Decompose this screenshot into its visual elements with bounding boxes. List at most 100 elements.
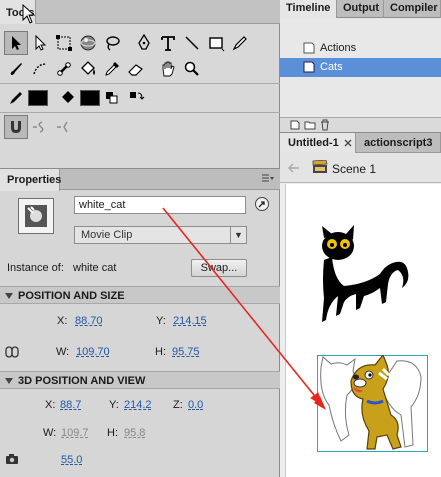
clapperboard-icon xyxy=(312,160,328,173)
film-gear-icon xyxy=(25,205,47,227)
z3d-value[interactable]: 0.0 xyxy=(188,399,203,411)
x-label: X: xyxy=(57,315,68,327)
text-t-icon xyxy=(161,36,175,51)
pen-tool[interactable] xyxy=(132,31,156,55)
3d-rotation-tool[interactable] xyxy=(76,31,100,55)
trash-icon[interactable] xyxy=(320,119,330,131)
hand-icon xyxy=(162,61,175,77)
swap-button[interactable]: Swap... xyxy=(191,259,247,277)
hand-tool[interactable] xyxy=(156,57,180,81)
symbol-type-select[interactable]: Movie Clip ▼ xyxy=(74,226,247,244)
smooth-curve-icon xyxy=(33,121,44,133)
subselection-tool[interactable] xyxy=(28,31,52,55)
w-value[interactable]: 109.70 xyxy=(76,346,110,358)
layer-row-actions[interactable]: Actions xyxy=(280,39,441,58)
layer-name: Cats xyxy=(320,61,343,73)
rectangle-tool[interactable] xyxy=(204,31,228,55)
selection-tool[interactable] xyxy=(4,31,28,55)
link-chain-icon[interactable] xyxy=(5,346,19,358)
swap-colors-button[interactable] xyxy=(124,86,148,110)
text-tool[interactable] xyxy=(156,31,180,55)
document-tab-strip: Untitled-1 actionscript3 xyxy=(280,132,441,154)
h3d-label: H: xyxy=(107,427,118,439)
paint-bucket-icon xyxy=(81,61,95,75)
bone-tool[interactable] xyxy=(52,57,76,81)
tools-row-1 xyxy=(4,31,252,55)
layer-page-icon xyxy=(303,42,315,54)
perspective-angle-value[interactable]: 55.0 xyxy=(61,454,82,466)
tools-options-row xyxy=(4,115,76,139)
free-transform-icon xyxy=(56,35,72,51)
eraser-tool[interactable] xyxy=(124,57,148,81)
new-folder-icon[interactable] xyxy=(304,120,316,130)
deco-tool[interactable] xyxy=(28,57,52,81)
straighten-option[interactable] xyxy=(52,115,76,139)
straighten-icon xyxy=(57,121,68,133)
tab-compiler-errors[interactable]: Compiler Errors xyxy=(384,0,441,18)
y3d-value[interactable]: 214.2 xyxy=(124,399,152,411)
eraser-icon xyxy=(128,64,143,76)
line-tool[interactable] xyxy=(180,31,204,55)
3d-position-header[interactable]: 3D POSITION AND VIEW xyxy=(0,371,280,389)
free-transform-tool[interactable] xyxy=(52,31,76,55)
pen-icon xyxy=(138,34,150,50)
x3d-label: X: xyxy=(45,399,56,411)
zoom-tool[interactable] xyxy=(180,57,204,81)
back-arrow-icon[interactable] xyxy=(288,163,300,173)
tab-actionscript3[interactable]: actionscript3 xyxy=(356,133,441,154)
subselect-arrow-icon xyxy=(35,34,47,51)
magnifier-icon xyxy=(184,61,199,76)
x-value[interactable]: 88.70 xyxy=(75,315,103,327)
instance-name-input[interactable]: white_cat xyxy=(74,196,246,214)
smooth-option[interactable] xyxy=(28,115,52,139)
disclosure-triangle-icon xyxy=(5,378,13,384)
edit-bar: Scene 1 xyxy=(280,153,441,183)
y3d-label: Y: xyxy=(109,399,119,411)
disclosure-triangle-icon xyxy=(5,293,13,299)
scene-label[interactable]: Scene 1 xyxy=(332,162,376,176)
fill-color-swatch[interactable] xyxy=(80,90,100,106)
timeline-tab-strip: Timeline Output Compiler Errors xyxy=(280,0,441,18)
close-icon[interactable] xyxy=(344,139,352,147)
tool-gap xyxy=(124,31,132,55)
stroke-color-control[interactable] xyxy=(4,86,28,110)
3d-position-title: 3D POSITION AND VIEW xyxy=(18,375,146,387)
h3d-value: 95.8 xyxy=(124,427,146,439)
new-layer-icon[interactable] xyxy=(290,120,300,130)
fill-color-control[interactable] xyxy=(56,86,80,110)
mouse-pointer-icon xyxy=(22,4,36,24)
tab-output[interactable]: Output xyxy=(337,0,384,18)
lasso-tool[interactable] xyxy=(100,31,124,55)
stage-canvas[interactable] xyxy=(285,184,441,477)
tab-timeline[interactable]: Timeline xyxy=(280,0,337,18)
panel-menu-icon[interactable] xyxy=(262,174,274,184)
y-value[interactable]: 214.15 xyxy=(173,315,207,327)
timeline-layer-toolbar xyxy=(280,117,441,132)
tools-colors-row xyxy=(4,86,148,110)
tools-tab-strip: Tools xyxy=(0,0,280,24)
snap-to-objects-toggle[interactable] xyxy=(4,115,28,139)
black-white-default[interactable] xyxy=(100,86,124,110)
stroke-color-swatch[interactable] xyxy=(28,90,48,106)
h-value[interactable]: 95.75 xyxy=(172,346,200,358)
position-size-header[interactable]: POSITION AND SIZE xyxy=(0,286,280,304)
x3d-value[interactable]: 88.7 xyxy=(60,399,81,411)
black-cat-graphic[interactable] xyxy=(314,224,414,334)
brush-icon xyxy=(10,63,22,75)
pencil-stroke-icon xyxy=(10,92,22,104)
chevron-down-icon: ▼ xyxy=(230,227,246,243)
edit-symbol-button[interactable] xyxy=(255,197,269,211)
paint-bucket-tool[interactable] xyxy=(76,57,100,81)
tab-properties[interactable]: Properties xyxy=(0,169,61,191)
tools-divider xyxy=(0,112,280,113)
white-cat-and-dog-graphic[interactable] xyxy=(317,355,428,452)
layer-row-cats[interactable]: Cats xyxy=(280,58,441,77)
h-label: H: xyxy=(155,346,166,358)
deco-spray-icon xyxy=(33,63,47,75)
globe-icon xyxy=(80,35,96,51)
eyedropper-tool[interactable] xyxy=(100,57,124,81)
brush-tool[interactable] xyxy=(4,57,28,81)
properties-tab-strip: Properties xyxy=(0,168,280,191)
properties-panel: Properties white_cat Movie Clip ▼ Instan… xyxy=(0,168,280,477)
pencil-tool[interactable] xyxy=(228,31,252,55)
